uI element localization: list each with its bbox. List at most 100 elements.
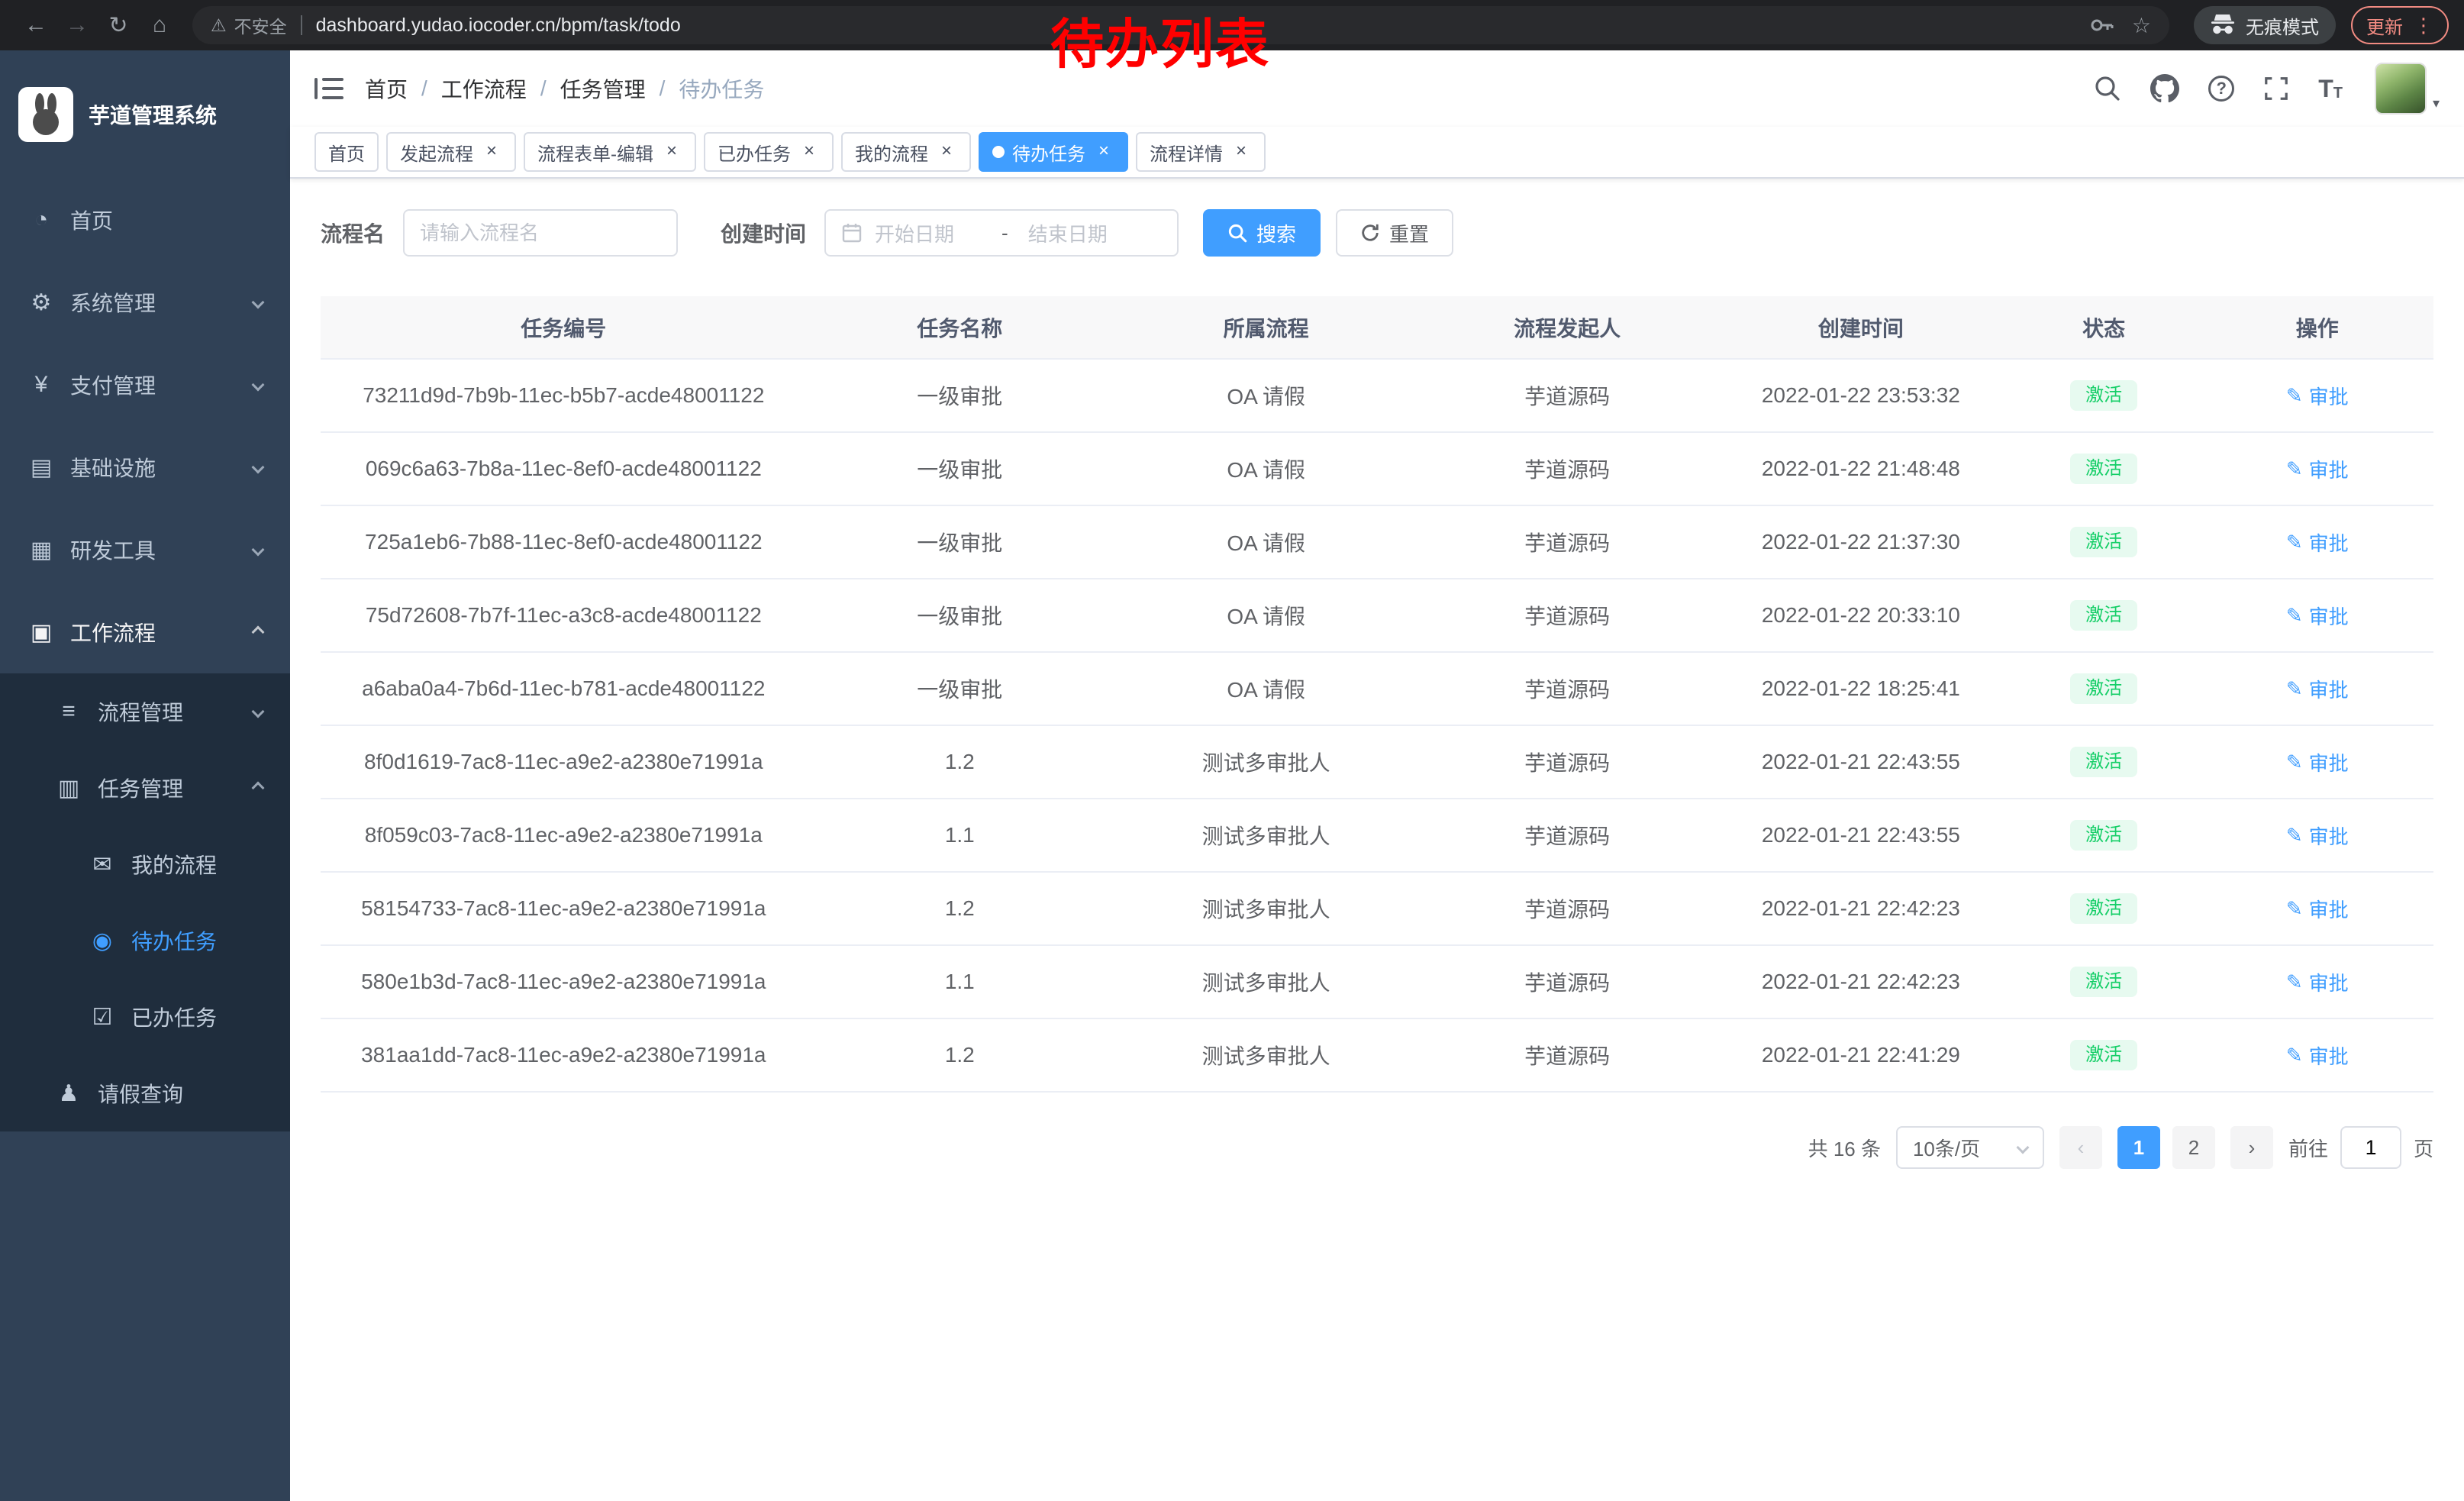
cell-task-name: 1.2 xyxy=(807,872,1113,945)
cell-created: 2022-01-22 20:33:10 xyxy=(1715,579,2007,652)
logo-row[interactable]: 芋道管理系统 xyxy=(0,50,290,179)
cell-process: OA 请假 xyxy=(1113,579,1419,652)
breadcrumb-separator: / xyxy=(421,76,427,101)
key-icon[interactable] xyxy=(2089,13,2114,37)
close-icon[interactable]: × xyxy=(661,141,682,163)
forward-icon[interactable]: → xyxy=(56,5,98,46)
cell-created: 2022-01-21 22:42:23 xyxy=(1715,872,2007,945)
cell-created: 2022-01-22 21:48:48 xyxy=(1715,432,2007,505)
cell-task-id: 58154733-7ac8-11ec-a9e2-a2380e71991a xyxy=(321,872,807,945)
app-logo xyxy=(18,87,73,142)
approve-link[interactable]: ✎审批 xyxy=(2286,748,2349,776)
tab-流程详情[interactable]: 流程详情 × xyxy=(1136,132,1266,172)
sidebar-item-leave-query[interactable]: ♟ 请假查询 xyxy=(0,1055,290,1131)
table-row: 8f059c03-7ac8-11ec-a9e2-a2380e71991a 1.1… xyxy=(321,799,2433,872)
cell-status: 激活 xyxy=(2007,505,2201,579)
page-content: 流程名 创建时间 开始日期 - 结束日期 xyxy=(290,179,2464,1501)
process-name-input[interactable] xyxy=(420,221,661,245)
avatar[interactable] xyxy=(2375,63,2427,115)
breadcrumb-item[interactable]: 工作流程 xyxy=(441,73,527,104)
reload-icon[interactable]: ↻ xyxy=(98,5,139,46)
sidebar-item-home[interactable]: ◔ 首页 xyxy=(0,179,290,261)
cell-task-id: 8f059c03-7ac8-11ec-a9e2-a2380e71991a xyxy=(321,799,807,872)
page-button-2[interactable]: 2 xyxy=(2172,1126,2215,1169)
bookmark-star-icon[interactable]: ☆ xyxy=(2132,13,2151,38)
approve-link[interactable]: ✎审批 xyxy=(2286,528,2349,557)
fullscreen-icon[interactable] xyxy=(2263,76,2289,102)
cell-created: 2022-01-22 18:25:41 xyxy=(1715,652,2007,725)
approve-link[interactable]: ✎审批 xyxy=(2286,675,2349,703)
cell-process: 测试多审批人 xyxy=(1113,872,1419,945)
status-badge: 激活 xyxy=(2070,527,2137,557)
breadcrumb-item[interactable]: 任务管理 xyxy=(560,73,646,104)
incognito-badge: 无痕模式 xyxy=(2194,6,2336,44)
tab-发起流程[interactable]: 发起流程 × xyxy=(386,132,516,172)
search-button[interactable]: 搜索 xyxy=(1203,209,1321,257)
next-page-button[interactable]: › xyxy=(2230,1126,2273,1169)
tab-首页[interactable]: 首页 xyxy=(314,132,379,172)
approve-link[interactable]: ✎审批 xyxy=(2286,382,2349,410)
hamburger-icon[interactable] xyxy=(314,77,343,100)
approve-link[interactable]: ✎审批 xyxy=(2286,602,2349,630)
reset-button[interactable]: 重置 xyxy=(1336,209,1453,257)
home-icon[interactable]: ⌂ xyxy=(139,5,180,46)
goto-page-input[interactable] xyxy=(2340,1126,2401,1169)
edit-icon: ✎ xyxy=(2286,384,2303,408)
close-icon[interactable]: × xyxy=(481,141,502,163)
cell-created: 2022-01-21 22:43:55 xyxy=(1715,799,2007,872)
github-icon[interactable] xyxy=(2150,74,2179,103)
approve-link[interactable]: ✎审批 xyxy=(2286,895,2349,923)
pagination: 共 16 条 10条/页 ‹ 12 › 前往 页 xyxy=(321,1126,2433,1206)
close-icon[interactable]: × xyxy=(1093,141,1114,163)
close-icon[interactable]: × xyxy=(936,141,957,163)
create-time-label: 创建时间 xyxy=(721,218,806,248)
sidebar-item-todo-task[interactable]: ◉ 待办任务 xyxy=(0,902,290,979)
sidebar-item-workflow[interactable]: ▣ 工作流程 xyxy=(0,591,290,673)
sidebar-item-infrastructure[interactable]: ▤ 基础设施 xyxy=(0,426,290,508)
sidebar-item-task-mgmt[interactable]: ▥ 任务管理 xyxy=(0,750,290,826)
approve-link[interactable]: ✎审批 xyxy=(2286,1041,2349,1070)
cell-task-id: 8f0d1619-7ac8-11ec-a9e2-a2380e71991a xyxy=(321,725,807,799)
cell-initiator: 芋道源码 xyxy=(1419,799,1715,872)
page-button-1[interactable]: 1 xyxy=(2117,1126,2160,1169)
cell-initiator: 芋道源码 xyxy=(1419,579,1715,652)
end-date-placeholder[interactable]: 结束日期 xyxy=(1028,219,1135,247)
help-icon[interactable]: ? xyxy=(2208,76,2234,102)
leave-query-icon: ♟ xyxy=(55,1080,82,1107)
approve-link[interactable]: ✎审批 xyxy=(2286,822,2349,850)
start-date-placeholder[interactable]: 开始日期 xyxy=(875,219,982,247)
sidebar-item-dev-tools[interactable]: ▦ 研发工具 xyxy=(0,508,290,591)
page-size-select[interactable]: 10条/页 xyxy=(1896,1126,2044,1169)
date-range-picker[interactable]: 开始日期 - 结束日期 xyxy=(824,209,1179,257)
tab-流程表单-编辑[interactable]: 流程表单-编辑 × xyxy=(524,132,696,172)
incognito-label: 无痕模式 xyxy=(2246,12,2319,39)
update-button[interactable]: 更新 ⋮ xyxy=(2351,6,2449,44)
sidebar-item-my-process[interactable]: ✉ 我的流程 xyxy=(0,826,290,902)
close-icon[interactable]: × xyxy=(1230,141,1252,163)
security-chip[interactable]: ⚠ 不安全 xyxy=(211,12,287,38)
browser-menu-icon[interactable]: ⋮ xyxy=(2414,14,2433,37)
prev-page-button[interactable]: ‹ xyxy=(2059,1126,2102,1169)
cell-status: 激活 xyxy=(2007,579,2201,652)
tab-我的流程[interactable]: 我的流程 × xyxy=(841,132,971,172)
breadcrumb-item[interactable]: 首页 xyxy=(365,73,408,104)
tab-待办任务[interactable]: 待办任务 × xyxy=(979,132,1128,172)
approve-link[interactable]: ✎审批 xyxy=(2286,968,2349,996)
sidebar-item-process-mgmt[interactable]: ≡ 流程管理 xyxy=(0,673,290,750)
cell-task-name: 一级审批 xyxy=(807,505,1113,579)
user-menu[interactable]: ▾ xyxy=(2375,63,2440,115)
cell-task-name: 1.1 xyxy=(807,945,1113,1018)
sidebar-item-payment-mgmt[interactable]: ¥ 支付管理 xyxy=(0,344,290,426)
sidebar-item-done-task[interactable]: ☑ 已办任务 xyxy=(0,979,290,1055)
font-size-icon[interactable]: TT xyxy=(2318,76,2343,101)
home-icon: ◔ xyxy=(27,207,55,233)
calendar-icon xyxy=(841,222,863,244)
approve-link[interactable]: ✎审批 xyxy=(2286,455,2349,483)
tab-已办任务[interactable]: 已办任务 × xyxy=(704,132,834,172)
search-icon[interactable] xyxy=(2094,75,2121,102)
close-icon[interactable]: × xyxy=(798,141,820,163)
table-row: 58154733-7ac8-11ec-a9e2-a2380e71991a 1.2… xyxy=(321,872,2433,945)
sidebar-item-system-mgmt[interactable]: ⚙ 系统管理 xyxy=(0,261,290,344)
done-task-icon: ☑ xyxy=(89,1004,116,1031)
back-icon[interactable]: ← xyxy=(15,5,56,46)
